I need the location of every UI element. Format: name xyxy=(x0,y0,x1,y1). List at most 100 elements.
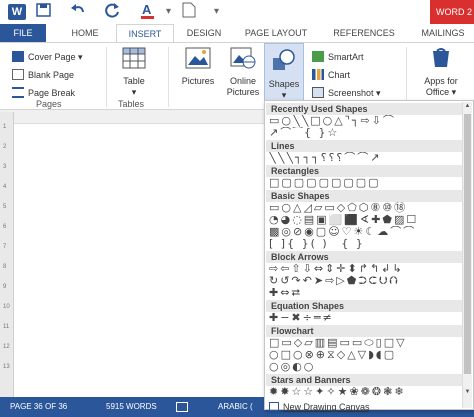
redo-icon[interactable] xyxy=(104,2,120,22)
shapes-row[interactable]: ↗⌒⁀{ }☆ xyxy=(269,127,465,139)
smartart-button[interactable]: SmartArt xyxy=(312,49,364,65)
online-pictures-button[interactable]: Online Pictures xyxy=(222,47,264,98)
chart-button[interactable]: Chart xyxy=(312,67,350,83)
undo-icon[interactable] xyxy=(70,2,86,22)
quick-access-toolbar: W A ▾ ▾ WORD 2 xyxy=(0,0,474,24)
gallery-scrollbar[interactable]: ▲ ▼ xyxy=(462,102,472,408)
group-label-pages: Pages xyxy=(36,99,62,109)
screenshot-label: Screenshot ▾ xyxy=(328,88,381,98)
online-pictures-label: Online xyxy=(229,76,256,86)
shapes-row[interactable]: ✚⇔⮂ xyxy=(269,287,465,299)
tab-file[interactable]: FILE xyxy=(0,24,46,42)
shapes-row[interactable]: ○◎◐○ xyxy=(269,361,465,373)
apps-for-office-label-2: Office ▾ xyxy=(425,87,457,97)
shapes-row[interactable]: [ ]{ }( ) { } xyxy=(269,238,465,250)
page-count[interactable]: PAGE 36 OF 36 xyxy=(10,397,67,417)
shapes-row[interactable]: ✹✸☆☆✦✧★❀❁❂❃❄ xyxy=(269,386,465,398)
chart-icon xyxy=(312,69,324,80)
ruler-mark: 2 xyxy=(3,144,7,150)
proofing-icon[interactable] xyxy=(176,402,188,412)
shapes-row[interactable]: ▭○╲╲□○△⌝┐⇨⇩⌒ xyxy=(269,115,465,127)
apps-for-office-label: Apps for xyxy=(424,76,458,86)
cover-page-icon xyxy=(12,51,24,62)
pictures-button[interactable]: Pictures xyxy=(178,47,218,87)
section-rectangles: Rectangles xyxy=(266,165,463,177)
section-recently-used-shapes: Recently Used Shapes xyxy=(266,103,463,115)
cover-page-label: Cover Page ▾ xyxy=(28,52,83,62)
shapes-row[interactable]: ⇨⇦⇧⇩⇔⇕✛⬍↱↰↲↳ xyxy=(269,263,465,275)
page-break-icon xyxy=(12,87,24,98)
ruler-mark: 8 xyxy=(3,264,7,270)
tab-home[interactable]: HOME xyxy=(62,24,108,42)
section-equation-shapes: Equation Shapes xyxy=(266,300,463,312)
svg-text:A: A xyxy=(142,2,152,17)
shapes-row[interactable]: □▭◇▱▥▤▭▭⬭▯□▽ xyxy=(269,337,465,349)
ruler-mark: 12 xyxy=(3,344,10,350)
language-indicator[interactable]: ARABIC ( xyxy=(218,397,253,417)
table-icon xyxy=(122,47,146,69)
new-drawing-canvas-label: New Drawing Canvas xyxy=(283,402,370,412)
ruler-mark: 5 xyxy=(3,204,7,210)
shapes-row[interactable]: ▩◎⊘◉▢☺♡☀☾☁⌒⌒ xyxy=(269,226,465,238)
document-page[interactable] xyxy=(14,124,268,397)
tab-design[interactable]: DESIGN xyxy=(178,24,230,42)
shapes-row[interactable]: ╲╲╲┐┐┐⸮⸮⸮⌒⌒↗ xyxy=(269,152,465,164)
new-document-icon[interactable] xyxy=(182,2,196,22)
cover-page-button[interactable]: Cover Page ▾ xyxy=(12,49,83,65)
shapes-row[interactable]: ↻↺↷↶➤⇨▷⬟⮊⮈⮋⮉ xyxy=(269,275,465,287)
group-separator xyxy=(106,47,107,107)
ribbon-tabs: FILE HOME INSERT DESIGN PAGE LAYOUT REFE… xyxy=(0,24,474,43)
section-stars-and-banners: Stars and Banners xyxy=(266,374,463,386)
screenshot-button[interactable]: Screenshot ▾ xyxy=(312,85,381,101)
vertical-ruler: 1 2 3 4 5 6 7 8 9 10 11 12 13 xyxy=(0,112,14,397)
smartart-icon xyxy=(312,51,324,62)
blank-page-button[interactable]: Blank Page xyxy=(12,67,74,83)
chevron-down-icon[interactable]: ▾ xyxy=(166,2,171,22)
group-separator xyxy=(168,47,169,107)
ruler-mark: 11 xyxy=(3,324,10,330)
shapes-row[interactable]: ▭○△◿▱▭◇⬠⬡⑧⑩⑱ xyxy=(269,202,465,214)
ruler-mark: 7 xyxy=(3,244,7,250)
save-icon[interactable] xyxy=(36,2,52,22)
section-flowchart: Flowchart xyxy=(266,325,463,337)
section-basic-shapes: Basic Shapes xyxy=(266,190,463,202)
shapes-row[interactable]: ○□○⊗⊕⧖◇△▽◗◖▢ xyxy=(269,349,465,361)
chevron-down-icon: ▾ xyxy=(131,87,137,97)
tab-references[interactable]: REFERENCES xyxy=(324,24,404,42)
online-pictures-icon xyxy=(230,47,256,69)
scrollbar-thumb[interactable] xyxy=(464,114,471,374)
ruler-mark: 9 xyxy=(3,284,7,290)
font-color-icon[interactable]: A xyxy=(140,2,158,22)
apps-for-office-icon xyxy=(433,48,449,67)
ruler-mark: 10 xyxy=(3,304,10,310)
word-count[interactable]: 5915 WORDS xyxy=(106,397,157,417)
scroll-up-icon[interactable]: ▲ xyxy=(463,102,472,111)
window-title: WORD 2 xyxy=(430,0,474,24)
table-button[interactable]: Table ▾ xyxy=(116,47,152,98)
pictures-icon xyxy=(185,47,211,69)
ruler-mark: 1 xyxy=(3,124,7,130)
smartart-label: SmartArt xyxy=(328,52,364,62)
new-drawing-canvas-item[interactable]: New Drawing Canvas xyxy=(269,401,370,413)
shapes-row[interactable]: ◔◕◌▤▣⬜⬛∢✚⬟▨☐ xyxy=(269,214,465,226)
shapes-row[interactable]: □▢▢▢▢▢▢▢▢ xyxy=(269,177,465,189)
tab-page-layout[interactable]: PAGE LAYOUT xyxy=(236,24,316,42)
customize-qat-icon[interactable]: ▾ xyxy=(214,2,219,22)
blank-page-label: Blank Page xyxy=(28,70,75,80)
ruler-mark: 13 xyxy=(3,364,10,370)
tab-mailings[interactable]: MAILINGS xyxy=(412,24,474,42)
shapes-row[interactable]: ✚−✖÷═≠ xyxy=(269,312,465,324)
shapes-gallery-dropdown: Recently Used Shapes ▭○╲╲□○△⌝┐⇨⇩⌒ ↗⌒⁀{ }… xyxy=(264,100,474,413)
ruler-mark: 6 xyxy=(3,224,7,230)
pictures-label: Pictures xyxy=(181,76,215,86)
chart-label: Chart xyxy=(328,70,351,80)
shapes-button[interactable]: Shapes ▾ xyxy=(264,43,304,101)
ruler-mark: 3 xyxy=(3,164,7,170)
shapes-icon xyxy=(273,49,295,70)
drawing-canvas-icon xyxy=(269,402,279,411)
scroll-down-icon[interactable]: ▼ xyxy=(463,388,472,397)
apps-for-office-button[interactable]: Apps for Office ▾ xyxy=(414,47,468,98)
tab-insert[interactable]: INSERT xyxy=(116,24,174,43)
word-app-icon[interactable]: W xyxy=(8,4,26,20)
blank-page-icon xyxy=(12,69,24,80)
